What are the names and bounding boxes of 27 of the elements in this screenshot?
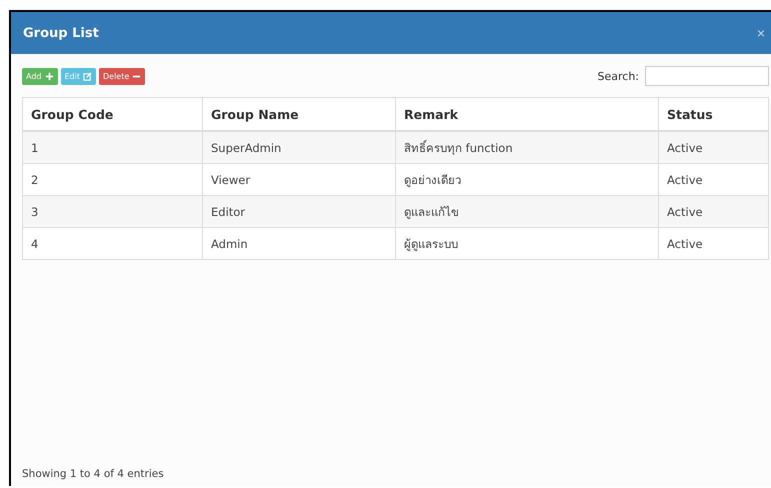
table-cell: Active	[658, 196, 768, 228]
table-cell: Active	[658, 131, 768, 164]
search-label: Search:	[598, 70, 639, 82]
table-cell: 2	[22, 164, 202, 196]
column-header[interactable]: Group Code	[22, 98, 202, 131]
table-cell: ผู้ดูแลระบบ	[396, 228, 658, 260]
plus-icon	[44, 72, 54, 80]
entries-info: Showing 1 to 4 of 4 entries	[22, 468, 165, 480]
table-cell: Active	[658, 164, 768, 196]
table-cell: ดูและแก้ไข	[396, 196, 658, 228]
search-field[interactable]	[645, 66, 769, 86]
edit-icon	[83, 72, 92, 80]
table-cell: Admin	[202, 228, 396, 260]
delete-button[interactable]: Delete	[99, 68, 146, 84]
table-cell: SuperAdmin	[202, 131, 396, 164]
table-cell: Viewer	[202, 164, 396, 196]
column-header[interactable]: Status	[658, 98, 768, 131]
table-cell: 3	[22, 196, 202, 228]
column-header[interactable]: Remark	[396, 98, 658, 131]
table-cell: 4	[22, 228, 202, 260]
table-cell: 1	[22, 131, 202, 164]
table-cell: Active	[658, 228, 768, 260]
table-cell: Editor	[202, 196, 396, 228]
column-header[interactable]: Group Name	[202, 98, 396, 131]
table-cell: สิทธิ์ครบทุก function	[396, 131, 658, 164]
window-title: Group List	[23, 26, 99, 40]
table-cell: ดูอย่างเดียว	[396, 164, 658, 196]
